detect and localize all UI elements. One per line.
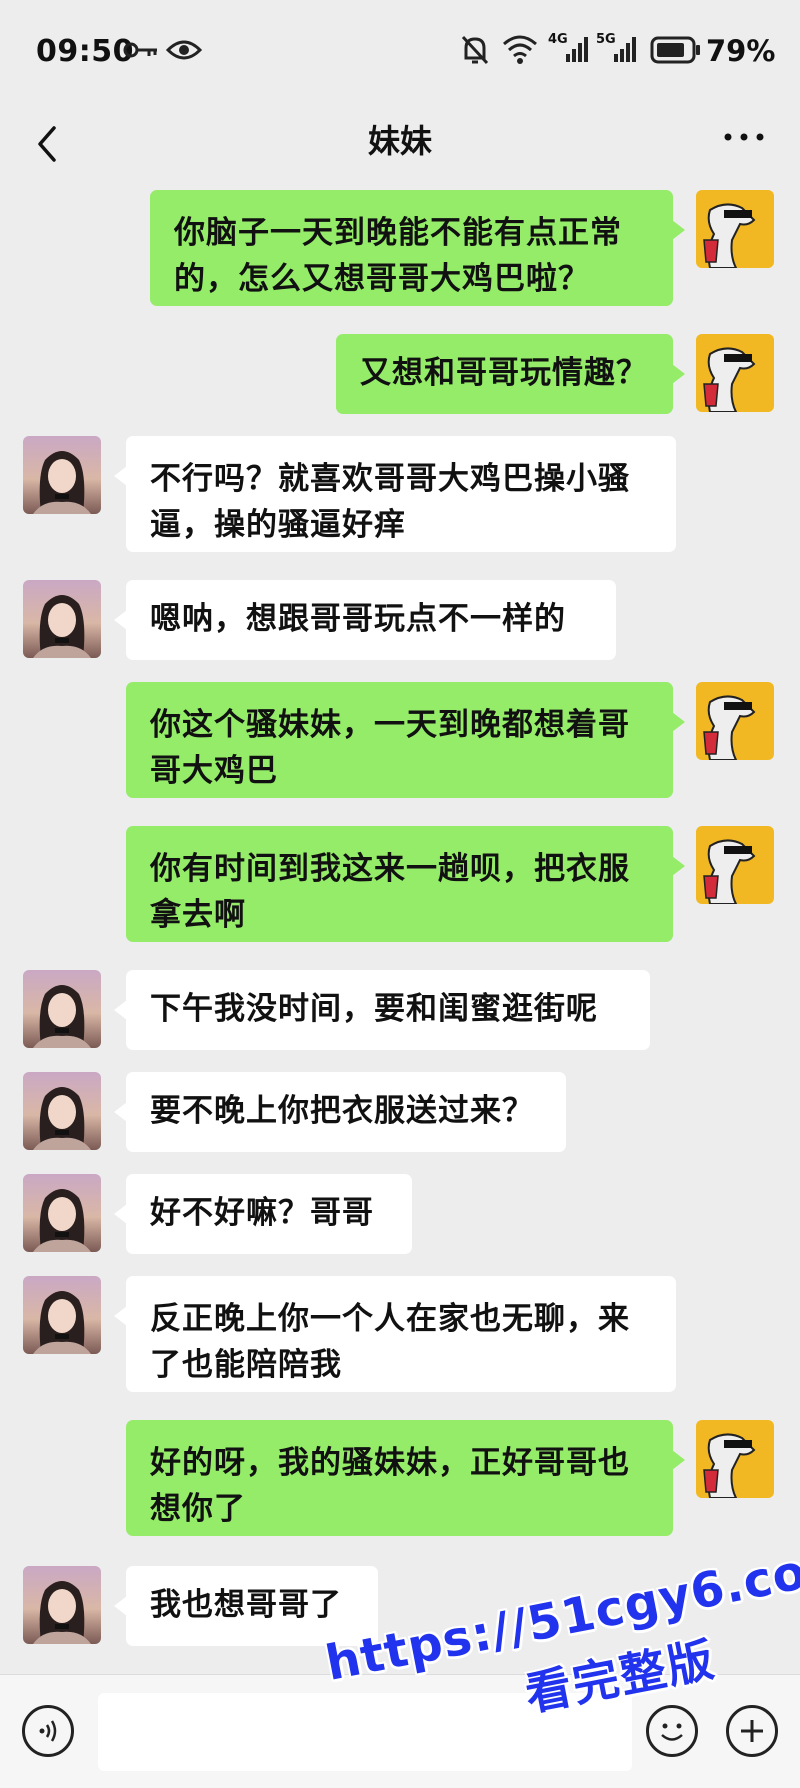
contact-avatar[interactable] — [23, 1174, 101, 1252]
chat-header: 妹妹 — [0, 104, 800, 184]
status-bar: 09:50 4G 5G 79% — [0, 0, 800, 104]
message-bubble-received[interactable]: 反正晚上你一个人在家也无聊，来了也能陪陪我 — [114, 1276, 676, 1392]
message-bubble-received[interactable]: 嗯呐，想跟哥哥玩点不一样的 — [114, 580, 616, 660]
more-dots-icon[interactable] — [722, 122, 766, 152]
contact-avatar[interactable] — [23, 1276, 101, 1354]
battery-percent: 79% — [706, 34, 776, 68]
key-icon — [123, 42, 157, 58]
contact-avatar[interactable] — [23, 970, 101, 1048]
message-bubble-sent[interactable]: 你脑子一天到晚能不能有点正常的，怎么又想哥哥大鸡巴啦？ — [150, 190, 685, 306]
my-avatar[interactable] — [696, 682, 774, 760]
message-bubble-received[interactable]: 不行吗？就喜欢哥哥大鸡巴操小骚逼，操的骚逼好痒 — [114, 436, 676, 552]
my-avatar[interactable] — [696, 190, 774, 268]
plus-icon[interactable] — [726, 1705, 778, 1757]
message-list[interactable]: 你脑子一天到晚能不能有点正常的，怎么又想哥哥大鸡巴啦？ 又想和哥哥玩情趣？ 不行… — [0, 184, 800, 1674]
my-avatar[interactable] — [696, 1420, 774, 1498]
message-bubble-sent[interactable]: 好的呀，我的骚妹妹，正好哥哥也想你了 — [126, 1420, 685, 1536]
chat-title: 妹妹 — [367, 122, 432, 160]
wifi-icon — [503, 35, 537, 64]
message-bubble-sent[interactable]: 你这个骚妹妹，一天到晚都想着哥哥大鸡巴 — [126, 682, 685, 798]
signal-5g-icon: 5G — [596, 32, 640, 66]
contact-avatar[interactable] — [23, 580, 101, 658]
contact-avatar[interactable] — [23, 1566, 101, 1644]
battery-icon — [650, 36, 700, 64]
voice-icon[interactable] — [22, 1705, 74, 1757]
eye-icon — [166, 40, 202, 60]
my-avatar[interactable] — [696, 334, 774, 412]
status-time: 09:50 — [36, 34, 134, 69]
message-bubble-sent[interactable]: 又想和哥哥玩情趣？ — [336, 334, 685, 414]
contact-avatar[interactable] — [23, 436, 101, 514]
my-avatar[interactable] — [696, 826, 774, 904]
message-bubble-received[interactable]: 好不好嘛？哥哥 — [114, 1174, 412, 1254]
mute-bell-icon — [461, 35, 489, 65]
contact-avatar[interactable] — [23, 1072, 101, 1150]
message-bubble-received[interactable]: 下午我没时间，要和闺蜜逛街呢 — [114, 970, 650, 1050]
message-bubble-sent[interactable]: 你有时间到我这来一趟呗，把衣服拿去啊 — [126, 826, 685, 942]
message-bubble-received[interactable]: 要不晚上你把衣服送过来？ — [114, 1072, 566, 1152]
signal-4g-icon: 4G — [548, 32, 592, 66]
